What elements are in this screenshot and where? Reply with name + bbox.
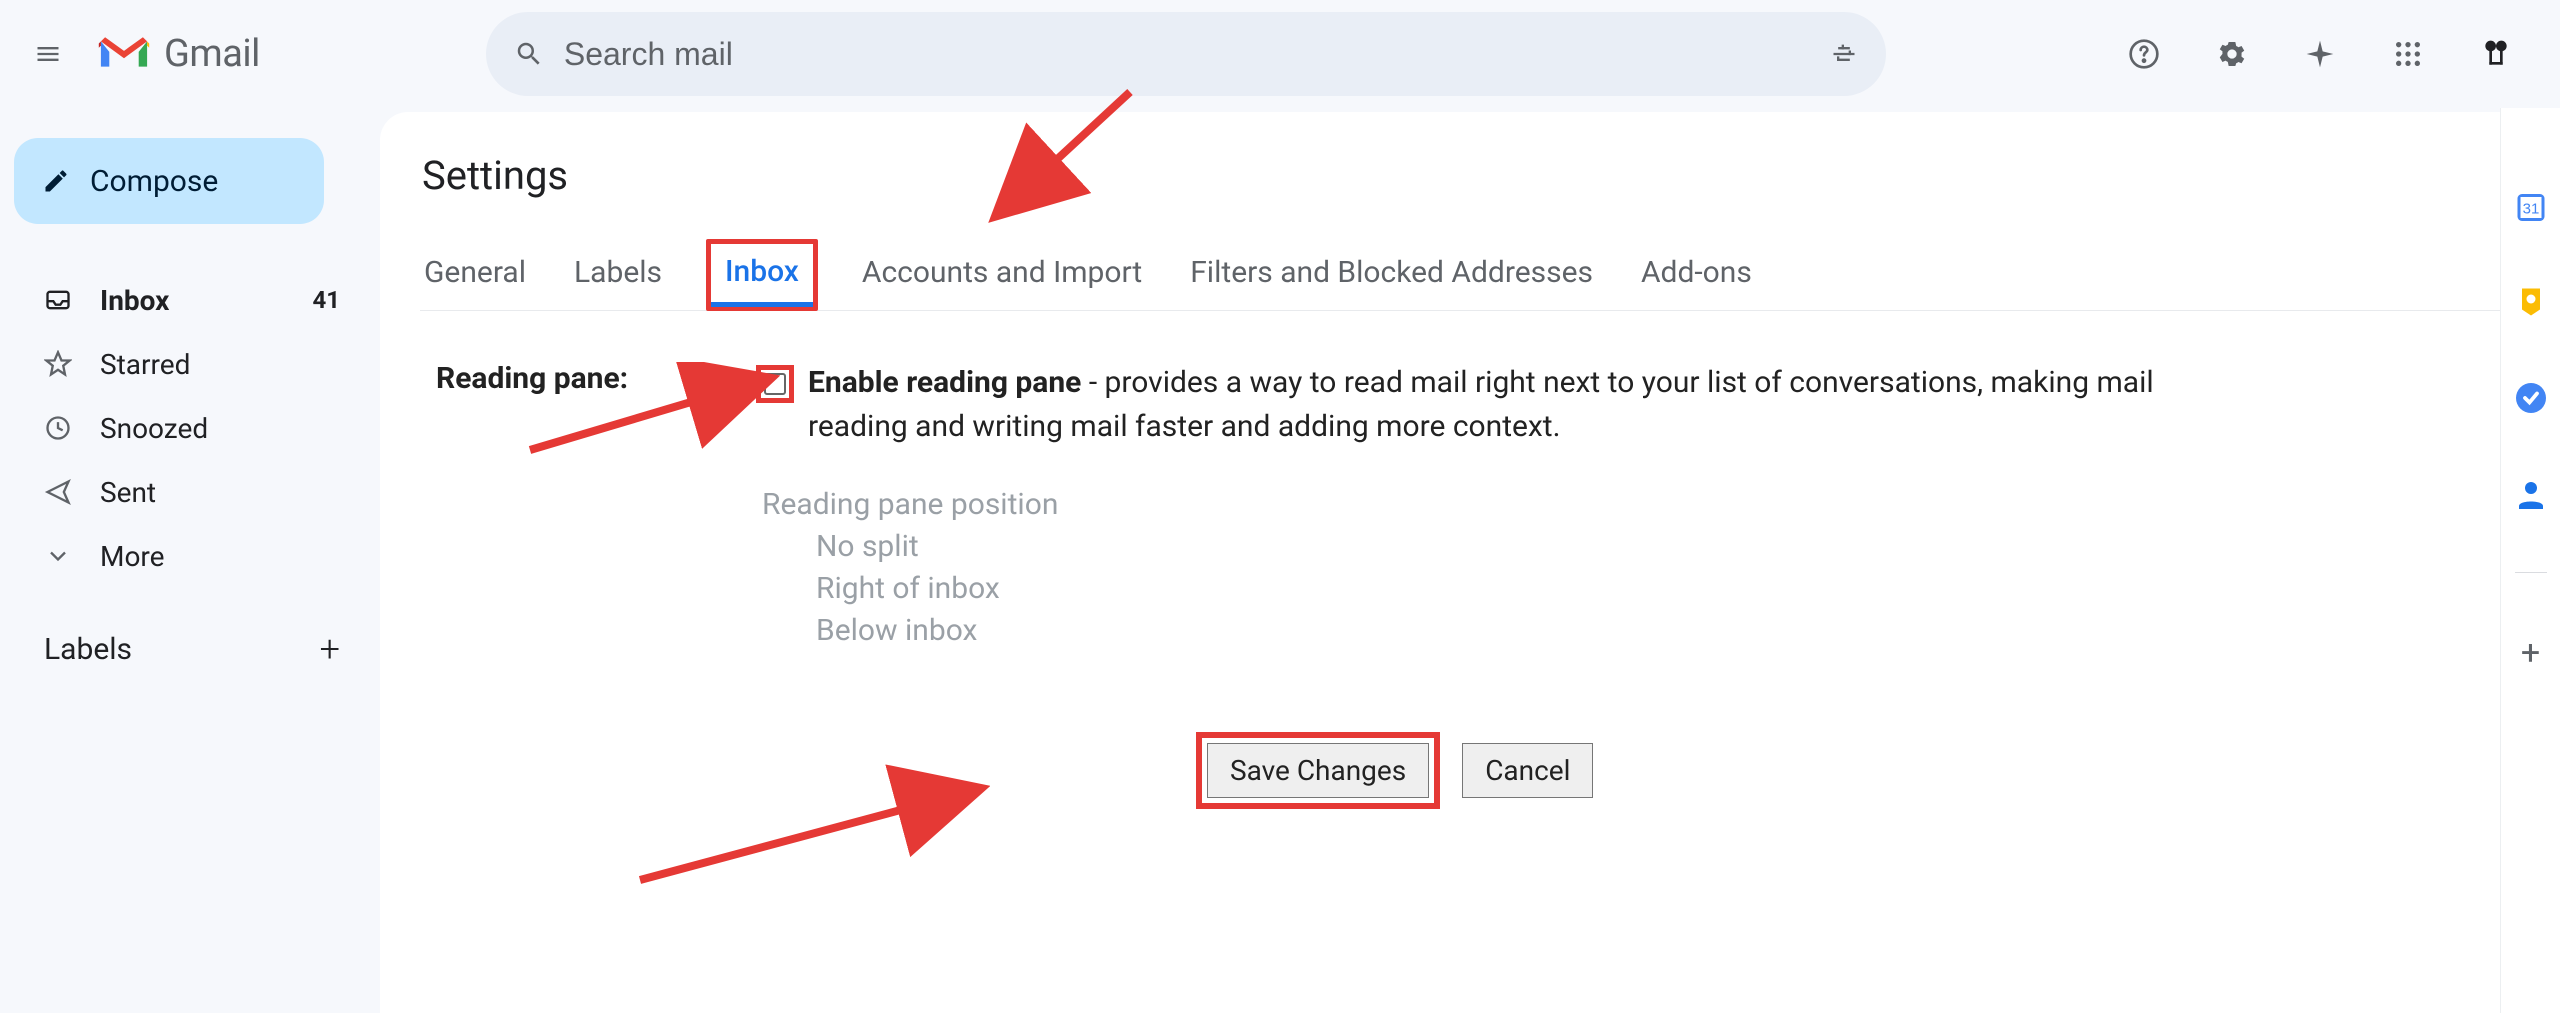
tab-addons[interactable]: Add-ons (1637, 239, 1756, 310)
chevron-down-icon (44, 542, 72, 570)
sidebar: Compose Inbox 41 Starred (0, 108, 380, 1013)
add-addon-button[interactable]: + (2521, 633, 2540, 673)
reading-pane-row: Reading pane: Enable reading pane - prov… (420, 361, 2500, 809)
search-options-icon[interactable] (1830, 40, 1858, 68)
compose-button[interactable]: Compose (14, 138, 324, 224)
tab-inbox[interactable]: Inbox (706, 239, 818, 311)
checkbox-label: Enable reading pane (808, 365, 1081, 400)
settings-tabs: General Labels Inbox Accounts and Import… (420, 239, 2500, 311)
tasks-icon[interactable] (2513, 380, 2549, 416)
search-icon (514, 39, 544, 69)
sidebar-item-sent[interactable]: Sent (0, 460, 380, 524)
tab-filters-blocked[interactable]: Filters and Blocked Addresses (1186, 239, 1597, 310)
save-button-highlight: Save Changes (1196, 732, 1440, 809)
sent-icon (44, 478, 72, 506)
sidebar-nav: Inbox 41 Starred Snoozed (0, 268, 380, 588)
main-menu-icon[interactable] (24, 30, 72, 78)
option-no-split: No split (762, 526, 2240, 568)
inbox-count: 41 (312, 286, 340, 314)
sidebar-item-snoozed[interactable]: Snoozed (0, 396, 380, 460)
account-avatar[interactable] (2476, 34, 2516, 74)
settings-main: Settings General Labels Inbox Accounts a… (380, 112, 2500, 1013)
add-label-button[interactable]: + (320, 628, 340, 670)
header-actions (2124, 34, 2536, 74)
tab-accounts-import[interactable]: Accounts and Import (858, 239, 1146, 310)
settings-icon[interactable] (2212, 34, 2252, 74)
labels-heading-row: Labels + (0, 588, 380, 670)
nav-label: Snoozed (100, 412, 208, 445)
save-changes-button[interactable]: Save Changes (1207, 743, 1429, 798)
nav-label: Sent (100, 476, 156, 509)
help-icon[interactable] (2124, 34, 2164, 74)
enable-reading-pane-checkbox[interactable] (756, 365, 794, 403)
search-input[interactable] (564, 36, 1810, 73)
page-title: Settings (422, 152, 2500, 199)
reading-pane-position-group: Reading pane position No split Right of … (762, 484, 2240, 652)
logo-text: Gmail (164, 32, 260, 76)
nav-label: More (100, 540, 165, 573)
inbox-icon (44, 286, 72, 314)
gmail-logo[interactable]: Gmail (96, 32, 260, 76)
position-heading: Reading pane position (762, 484, 2240, 526)
option-right-of-inbox: Right of inbox (762, 568, 2240, 610)
labels-heading: Labels (44, 632, 132, 667)
reading-pane-description: Enable reading pane - provides a way to … (808, 361, 2240, 448)
calendar-icon[interactable]: 31 (2513, 188, 2549, 224)
cancel-button[interactable]: Cancel (1462, 743, 1593, 798)
clock-icon (44, 414, 72, 442)
reading-pane-label: Reading pane: (436, 361, 756, 396)
svg-text:31: 31 (2522, 201, 2539, 218)
nav-label: Inbox (100, 284, 169, 317)
sidebar-item-inbox[interactable]: Inbox 41 (0, 268, 380, 332)
star-icon (44, 350, 72, 378)
contacts-icon[interactable] (2513, 476, 2549, 512)
nav-label: Starred (100, 348, 190, 381)
tab-labels[interactable]: Labels (570, 239, 666, 310)
keep-icon[interactable] (2513, 284, 2549, 320)
search-bar[interactable] (486, 12, 1886, 96)
sidebar-item-starred[interactable]: Starred (0, 332, 380, 396)
settings-buttons: Save Changes Cancel (1196, 732, 2240, 809)
gemini-icon[interactable] (2300, 34, 2340, 74)
apps-icon[interactable] (2388, 34, 2428, 74)
option-below-inbox: Below inbox (762, 610, 2240, 652)
right-side-panel: 31 + (2500, 108, 2560, 1013)
header: Gmail (0, 0, 2560, 108)
sidebar-item-more[interactable]: More (0, 524, 380, 588)
tab-general[interactable]: General (420, 239, 530, 310)
compose-label: Compose (90, 164, 218, 199)
